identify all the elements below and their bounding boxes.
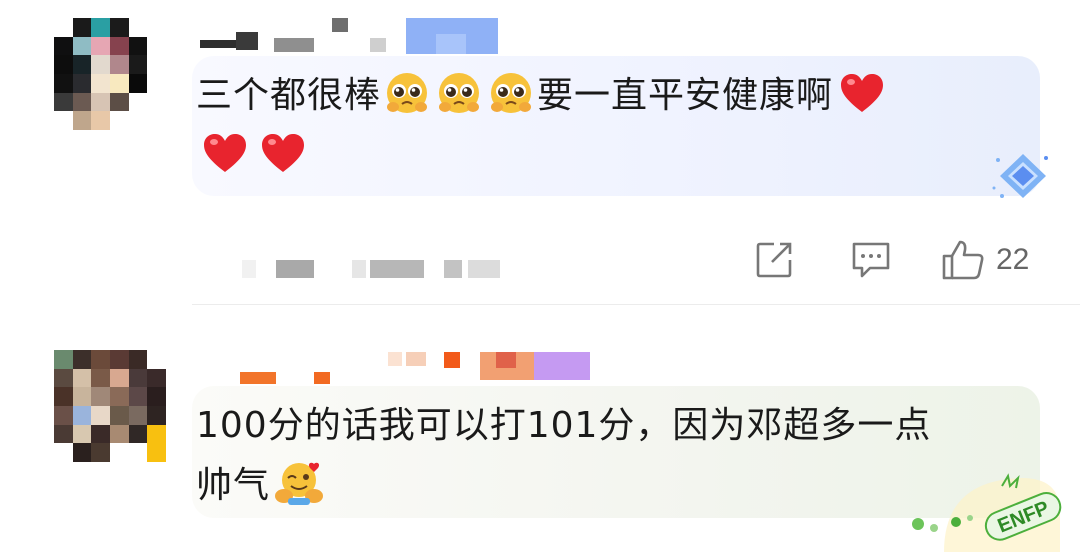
divider xyxy=(192,304,1080,305)
username-redacted[interactable] xyxy=(196,348,590,384)
avatar[interactable] xyxy=(54,350,166,462)
hugging-face-emoji xyxy=(274,460,324,506)
enfp-badge: ENFP xyxy=(904,472,1064,556)
comment-item: 100分的话我可以打101分，因为邓超多一点 帅气 ENFP xyxy=(0,0,1080,552)
comment-text: 100分的话我可以打101分，因为邓超多一点 帅气 xyxy=(196,405,932,506)
